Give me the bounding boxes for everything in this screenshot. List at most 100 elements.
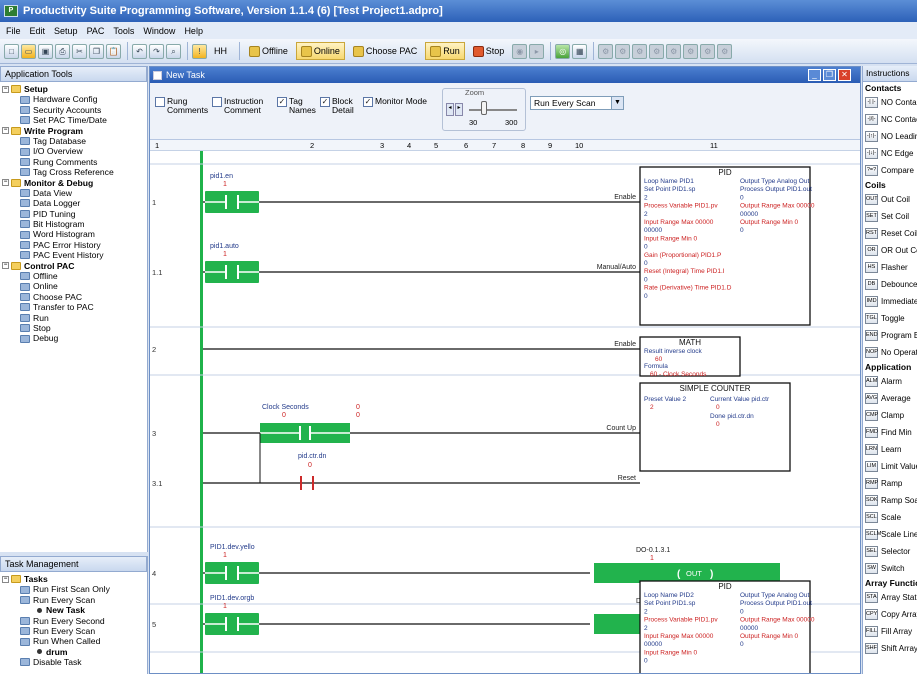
redo-icon[interactable]: ↷	[149, 43, 164, 59]
tree-item-choose-pac[interactable]: Choose PAC	[2, 292, 145, 302]
instruction-item[interactable]: HS Flasher	[863, 259, 917, 276]
tool-e-icon[interactable]: ⚙	[666, 43, 682, 59]
tree-group-monitor-debug[interactable]: − Monitor & Debug	[2, 178, 145, 188]
zoom-in-button[interactable]: ▸	[455, 103, 463, 116]
tree-item-pac-event-history[interactable]: PAC Event History	[2, 250, 145, 260]
menu-item-help[interactable]: Help	[184, 26, 203, 36]
monitor-mode-checkbox[interactable]: ✓	[363, 97, 373, 107]
tree-group-setup[interactable]: − Setup	[2, 84, 145, 94]
tree-item-word-histogram[interactable]: Word Histogram	[2, 229, 145, 239]
tree-item-drum[interactable]: drum	[2, 647, 145, 657]
copy-icon[interactable]: ❐	[89, 43, 104, 59]
instruction-item[interactable]: SCLMScale Linear	[863, 526, 917, 543]
instruction-item[interactable]: OROR Out Coil	[863, 242, 917, 259]
instruction-item[interactable]: CMP Clamp	[863, 407, 917, 424]
tool-a-icon[interactable]: ⚙	[598, 43, 614, 59]
tree-group-tasks[interactable]: − Tasks	[2, 574, 145, 584]
tree-item-bit-histogram[interactable]: Bit Histogram	[2, 219, 145, 229]
menu-item-pac[interactable]: PAC	[87, 26, 105, 36]
tool-c-icon[interactable]: ⚙	[632, 43, 648, 59]
debug-icon[interactable]: ◉	[512, 43, 528, 59]
tree-item-new-task[interactable]: New Task	[2, 605, 145, 615]
tree-item-data-view[interactable]: Data View	[2, 188, 145, 198]
save-icon[interactable]: ▣	[38, 43, 53, 59]
print-icon[interactable]: ⎙	[55, 43, 70, 59]
rung-comments-option[interactable]: Rung Comments	[155, 97, 208, 115]
tree-item-hardware-config[interactable]: Hardware Config	[2, 94, 145, 104]
paste-icon[interactable]: 📋	[106, 43, 121, 59]
instruction-section-header[interactable]: Coils	[863, 179, 917, 191]
block-detail-option[interactable]: ✓ Block Detail	[320, 97, 358, 115]
warning-icon[interactable]: !	[192, 43, 207, 59]
instruction-item[interactable]: LRN Learn	[863, 441, 917, 458]
monitor-mode-option[interactable]: ✓ Monitor Mode	[363, 97, 427, 107]
collapse-icon[interactable]: −	[2, 127, 9, 135]
tree-item-online[interactable]: Online	[2, 281, 145, 291]
instruction-comment-option[interactable]: Instruction Comment	[212, 97, 268, 115]
instruction-section-header[interactable]: Contacts	[863, 82, 917, 94]
instruction-section-header[interactable]: Array Functions	[863, 577, 917, 589]
instruction-item[interactable]: IMD Immediate	[863, 293, 917, 310]
scan-mode-select[interactable]: Run Every Scan ▼	[530, 96, 624, 110]
restore-button[interactable]: ❐	[823, 69, 836, 81]
menu-item-tools[interactable]: Tools	[113, 26, 134, 36]
tool-g-icon[interactable]: ⚙	[700, 43, 716, 59]
menu-item-file[interactable]: File	[6, 26, 21, 36]
collapse-icon[interactable]: −	[2, 262, 9, 270]
tree-item-offline[interactable]: Offline	[2, 271, 145, 281]
tree-item-run-every-scan[interactable]: Run Every Scan	[2, 626, 145, 636]
collapse-icon[interactable]: −	[2, 85, 9, 93]
chevron-down-icon[interactable]: ▼	[611, 97, 623, 109]
instruction-item[interactable]: CPY Copy Array	[863, 606, 917, 623]
instruction-item[interactable]: -|↑|-NO Leading Edge	[863, 128, 917, 145]
tool-h-icon[interactable]: ⚙	[717, 43, 733, 59]
zoom-track[interactable]	[469, 109, 517, 111]
close-button[interactable]: ✕	[838, 69, 851, 81]
stop-button[interactable]: Stop	[468, 42, 510, 60]
cut-icon[interactable]: ✂	[72, 43, 87, 59]
zoom-out-button[interactable]: ◂	[446, 103, 454, 116]
instruction-item[interactable]: SOKRamp Soak	[863, 492, 917, 509]
choose-pac-button[interactable]: Choose PAC	[348, 42, 422, 60]
instruction-item[interactable]: -|↓|- NC Edge	[863, 145, 917, 162]
instruction-item[interactable]: STAArray Statistics	[863, 589, 917, 606]
monitor-icon[interactable]: ◎	[555, 43, 571, 59]
tag-names-option[interactable]: ✓ Tag Names	[277, 97, 316, 115]
offline-button[interactable]: Offline	[244, 42, 293, 60]
instruction-item[interactable]: OUT Out Coil	[863, 191, 917, 208]
block-detail-checkbox[interactable]: ✓	[320, 97, 330, 107]
tree-item-run-when-called[interactable]: Run When Called	[2, 636, 145, 646]
instruction-item[interactable]: ALM Alarm	[863, 373, 917, 390]
instruction-item[interactable]: -|/|-NC Contact	[863, 111, 917, 128]
menu-item-setup[interactable]: Setup	[54, 26, 78, 36]
tree-group-control-pac[interactable]: − Control PAC	[2, 261, 145, 271]
instruction-item[interactable]: SW Switch	[863, 560, 917, 577]
online-button[interactable]: Online	[295, 42, 345, 60]
tree-item-rung-comments[interactable]: Rung Comments	[2, 157, 145, 167]
tree-item-debug[interactable]: Debug	[2, 333, 145, 343]
tree-item-disable-task[interactable]: Disable Task	[2, 657, 145, 667]
minimize-button[interactable]: _	[808, 69, 821, 81]
instruction-item[interactable]: ENDProgram End	[863, 327, 917, 344]
tree-group-write-program[interactable]: − Write Program	[2, 126, 145, 136]
zoom-slider-thumb[interactable]	[481, 101, 487, 115]
menu-item-window[interactable]: Window	[143, 26, 175, 36]
tree-item-tag-cross-reference[interactable]: Tag Cross Reference	[2, 167, 145, 177]
collapse-icon[interactable]: −	[2, 575, 9, 583]
tool-b-icon[interactable]: ⚙	[615, 43, 631, 59]
tree-item-pid-tuning[interactable]: PID Tuning	[2, 209, 145, 219]
menu-item-edit[interactable]: Edit	[30, 26, 46, 36]
instruction-comment-checkbox[interactable]	[212, 97, 222, 107]
tree-item-tag-database[interactable]: Tag Database	[2, 136, 145, 146]
step-icon[interactable]: ▸	[529, 43, 545, 59]
new-file-icon[interactable]: □	[4, 43, 19, 59]
instruction-item[interactable]: LIM Limit Value	[863, 458, 917, 475]
instruction-item[interactable]: SEL Selector	[863, 543, 917, 560]
tree-item-run-every-second[interactable]: Run Every Second	[2, 616, 145, 626]
undo-icon[interactable]: ↶	[132, 43, 147, 59]
instruction-item[interactable]: RST Reset Coil	[863, 225, 917, 242]
run-button[interactable]: Run	[425, 42, 465, 60]
collapse-icon[interactable]: −	[2, 179, 9, 187]
tree-item-run[interactable]: Run	[2, 313, 145, 323]
tree-item-transfer-to-pac[interactable]: Transfer to PAC	[2, 302, 145, 312]
